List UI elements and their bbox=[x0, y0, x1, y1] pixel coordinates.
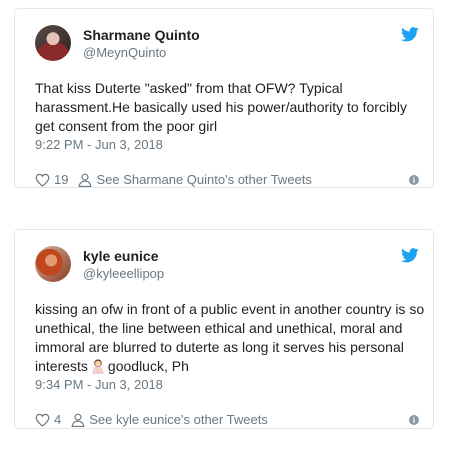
tweet-header: Sharmane Quinto @MeynQuinto bbox=[35, 25, 419, 65]
like-count[interactable]: 4 bbox=[54, 411, 61, 429]
author-names: kyle eunice @kyleeellipop bbox=[83, 247, 164, 282]
other-tweets-link[interactable]: See Sharmane Quinto's other Tweets bbox=[96, 171, 311, 189]
woman-gesturing-no-emoji bbox=[92, 359, 104, 374]
person-icon bbox=[78, 173, 92, 187]
info-icon[interactable] bbox=[409, 415, 419, 425]
tweet-card: kyle eunice @kyleeellipop kissing an ofw… bbox=[14, 229, 434, 429]
author-names: Sharmane Quinto @MeynQuinto bbox=[83, 26, 200, 61]
info-icon[interactable] bbox=[409, 175, 419, 185]
like-count[interactable]: 19 bbox=[54, 171, 68, 189]
person-icon bbox=[71, 413, 85, 427]
tweet-actions: 4 See kyle eunice's other Tweets bbox=[35, 411, 419, 429]
other-tweets-link[interactable]: See kyle eunice's other Tweets bbox=[89, 411, 268, 429]
twitter-bird-icon[interactable] bbox=[401, 248, 419, 263]
tweet-text: That kiss Duterte "asked" from that OFW?… bbox=[35, 80, 407, 134]
user-handle[interactable]: @MeynQuinto bbox=[83, 44, 200, 61]
avatar[interactable] bbox=[35, 246, 71, 282]
avatar[interactable] bbox=[35, 25, 71, 61]
twitter-bird-icon[interactable] bbox=[401, 27, 419, 42]
heart-icon[interactable] bbox=[35, 173, 50, 187]
tweet-actions: 19 See Sharmane Quinto's other Tweets bbox=[35, 171, 419, 189]
heart-icon[interactable] bbox=[35, 413, 50, 427]
tweet-text-tail: goodluck, Ph bbox=[107, 358, 189, 374]
tweet-timestamp[interactable]: 9:22 PM - Jun 3, 2018 bbox=[35, 136, 413, 154]
display-name[interactable]: kyle eunice bbox=[83, 247, 164, 265]
tweet-card: Sharmane Quinto @MeynQuinto That kiss Du… bbox=[14, 8, 434, 188]
user-handle[interactable]: @kyleeellipop bbox=[83, 265, 164, 282]
tweet-text: kissing an ofw in front of a public even… bbox=[35, 300, 427, 376]
tweet-timestamp[interactable]: 9:34 PM - Jun 3, 2018 bbox=[35, 376, 413, 394]
display-name[interactable]: Sharmane Quinto bbox=[83, 26, 200, 44]
tweet-header: kyle eunice @kyleeellipop bbox=[35, 246, 419, 286]
